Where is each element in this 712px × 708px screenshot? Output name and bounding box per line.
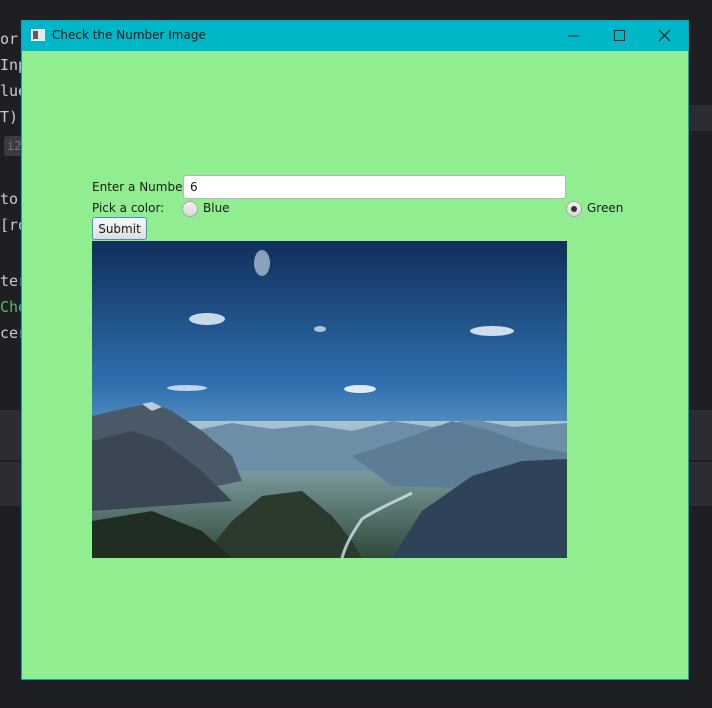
title-bar[interactable]: Check the Number Image xyxy=(22,21,688,51)
maximize-icon xyxy=(614,30,625,41)
minimize-icon xyxy=(568,35,579,37)
radio-green-label[interactable]: Green xyxy=(587,201,623,215)
close-icon xyxy=(658,29,671,42)
mountain-landscape-image xyxy=(92,241,567,558)
code-line: to xyxy=(0,190,19,208)
highlight-bar xyxy=(688,105,712,131)
radio-blue[interactable] xyxy=(182,201,198,217)
radio-selected-dot xyxy=(571,206,577,212)
app-icon xyxy=(31,29,45,41)
close-button[interactable] xyxy=(642,21,688,51)
code-line: or xyxy=(0,30,19,48)
number-label: Enter a Number: xyxy=(92,180,192,194)
maximize-button[interactable] xyxy=(597,21,643,51)
color-label: Pick a color: xyxy=(92,201,165,215)
window-title: Check the Number Image xyxy=(52,28,206,42)
radio-green[interactable] xyxy=(566,201,582,217)
submit-button[interactable]: Submit xyxy=(92,217,147,240)
radio-blue-label[interactable]: Blue xyxy=(203,201,230,215)
app-window: Check the Number Image Enter a Number: P… xyxy=(21,20,689,680)
minimize-button[interactable] xyxy=(551,21,597,51)
number-input[interactable] xyxy=(183,175,566,199)
